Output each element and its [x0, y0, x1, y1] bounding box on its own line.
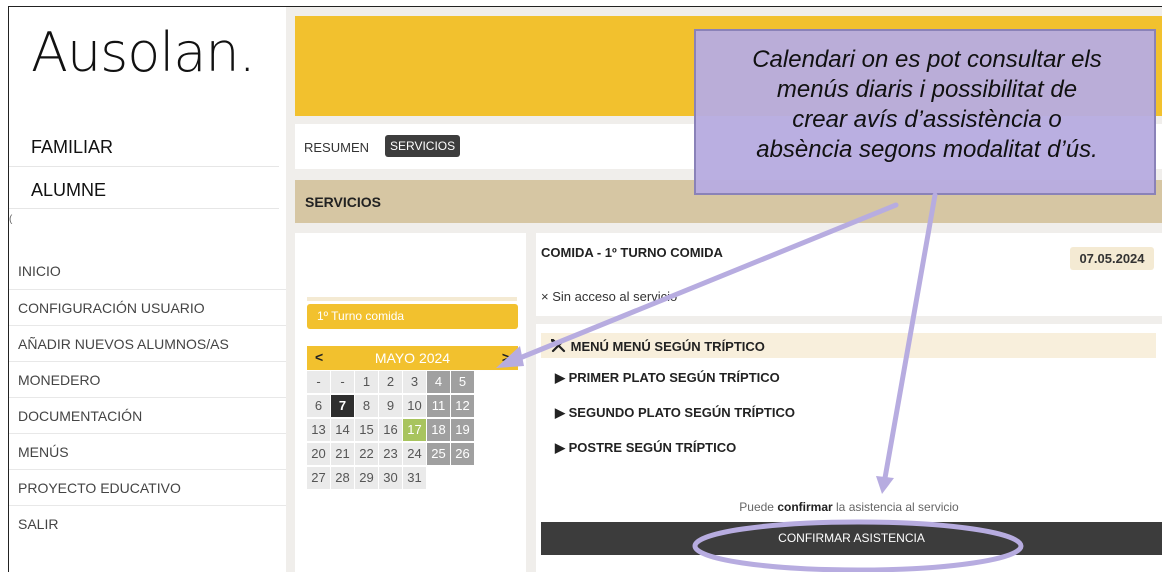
confirm-hint-prefix: Puede — [739, 500, 774, 514]
dish-label: PRIMER PLATO SEGÚN TRÍPTICO — [568, 370, 780, 385]
calendar-day[interactable]: 16 — [379, 419, 402, 441]
calendar-day[interactable]: 17 — [403, 419, 426, 441]
sidebar-item-monedero[interactable]: MONEDERO — [9, 361, 287, 397]
turno-selector[interactable]: 1º Turno comida — [307, 304, 518, 329]
calendar-next-button[interactable]: > — [502, 349, 510, 365]
confirm-hint-suffix: la asistencia al servicio — [836, 500, 959, 514]
calendar-day[interactable]: 3 — [403, 371, 426, 393]
calendar-day[interactable]: 4 — [427, 371, 450, 393]
calendar-day[interactable]: 20 — [307, 443, 330, 465]
calendar-day[interactable]: 18 — [427, 419, 450, 441]
role-alumne[interactable]: ALUMNE — [9, 177, 279, 209]
calendar-day[interactable]: 6 — [307, 395, 330, 417]
service-status-text: Sin acceso al servicio — [552, 289, 678, 304]
calendar-day[interactable]: 8 — [355, 395, 378, 417]
calendar-week-row: --12345 — [307, 370, 518, 394]
confirm-hint: Puede confirmar la asistencia al servici… — [536, 500, 1162, 514]
calendar-day[interactable]: 25 — [427, 443, 450, 465]
calendar-empty-day — [451, 467, 474, 489]
calendar-day[interactable]: 30 — [379, 467, 402, 489]
calendar-day[interactable]: 27 — [307, 467, 330, 489]
dish-segundo-plato[interactable]: ▶ SEGUNDO PLATO SEGÚN TRÍPTICO — [555, 405, 795, 421]
calendar-day[interactable]: 14 — [331, 419, 354, 441]
triangle-right-icon: ▶ — [555, 405, 565, 420]
calendar-day[interactable]: 5 — [451, 371, 474, 393]
utensils-icon — [550, 338, 566, 353]
dish-primer-plato[interactable]: ▶ PRIMER PLATO SEGÚN TRÍPTICO — [555, 370, 780, 386]
calendar-week-row: 20 21 22 23 24 25 26 — [307, 442, 518, 466]
calendar-prev-button[interactable]: < — [315, 349, 323, 365]
calendar-week-row: 13 14 15 16 17 18 19 — [307, 418, 518, 442]
calendar-week-row: 27 28 29 30 31 — [307, 466, 518, 490]
sidebar-item-configuracion-usuario[interactable]: CONFIGURACIÓN USUARIO — [9, 289, 287, 325]
calendar-day[interactable]: 12 — [451, 395, 474, 417]
calendar-day[interactable]: 28 — [331, 467, 354, 489]
sidebar-item-proyecto-educativo[interactable]: PROYECTO EDUCATIVO — [9, 469, 287, 505]
tab-resumen[interactable]: RESUMEN — [304, 140, 369, 155]
calendar-day[interactable]: 1 — [355, 371, 378, 393]
service-card: COMIDA - 1º TURNO COMIDA 07.05.2024 × Si… — [536, 233, 1162, 316]
annotation-text: Calendari on es pot consultar els menús … — [706, 45, 1148, 165]
dish-postre[interactable]: ▶ POSTRE SEGÚN TRÍPTICO — [555, 440, 736, 456]
calendar-day[interactable]: 21 — [331, 443, 354, 465]
calendar-day[interactable]: 31 — [403, 467, 426, 489]
dish-label: POSTRE SEGÚN TRÍPTICO — [568, 440, 737, 455]
annotation-line-2: menús diaris i possibilitat de — [776, 76, 1078, 103]
calendar-day[interactable]: 10 — [403, 395, 426, 417]
calendar-day[interactable]: 24 — [403, 443, 426, 465]
calendar-week-row: 6 7 8 9 10 11 12 — [307, 394, 518, 418]
menu-title-bar[interactable]: MENÚ MENÚ SEGÚN TRÍPTICO — [541, 333, 1156, 358]
calendar-day[interactable]: 19 — [451, 419, 474, 441]
calendar-day[interactable]: 13 — [307, 419, 330, 441]
menu-card: MENÚ MENÚ SEGÚN TRÍPTICO ▶ PRIMER PLATO … — [536, 324, 1162, 572]
calendar-grid: - -1 2 3 4 5 6 7 8 9 10 11 12 13 14 15 16 17 18 19 20 21 22 23 2… — [307, 370, 518, 490]
calendar-day[interactable]: 29 — [355, 467, 378, 489]
calendar-empty-day: - — [331, 371, 354, 393]
triangle-right-icon: ▶ — [555, 440, 565, 455]
annotation-line-1: Calendari on es pot consultar els — [752, 46, 1102, 73]
role-extra: ( — [9, 214, 13, 225]
role-familiar[interactable]: FAMILIAR — [9, 127, 279, 167]
calendar-day[interactable]: 11 — [427, 395, 450, 417]
calendar-empty-day: - — [307, 371, 330, 393]
calendar-month: MAYO 2024 — [374, 350, 451, 366]
confirm-attendance-button[interactable]: CONFIRMAR ASISTENCIA — [541, 522, 1162, 555]
tab-servicios[interactable]: SERVICIOS — [385, 135, 461, 157]
service-date-badge: 07.05.2024 — [1070, 247, 1154, 270]
sidebar-item-documentacion[interactable]: DOCUMENTACIÓN — [9, 397, 287, 433]
ausolan-logo[interactable]: Ausolan. — [31, 21, 256, 84]
sidebar: Ausolan. FAMILIAR ALUMNE ( INICIO CONFIG… — [9, 7, 287, 572]
calendar-day[interactable]: 23 — [379, 443, 402, 465]
calendar-empty-day — [427, 467, 450, 489]
service-status: × Sin acceso al servicio — [541, 289, 677, 304]
triangle-right-icon: ▶ — [555, 370, 565, 385]
calendar-day[interactable]: 22 — [355, 443, 378, 465]
menu-title-text: MENÚ MENÚ SEGÚN TRÍPTICO — [570, 339, 765, 354]
confirm-hint-bold: confirmar — [777, 500, 833, 514]
service-title: COMIDA - 1º TURNO COMIDA — [541, 245, 723, 260]
calendar-day[interactable]: 15 — [355, 419, 378, 441]
annotation-line-4: absència segons modalitat d’ús. — [756, 136, 1098, 163]
menu-title: MENÚ MENÚ SEGÚN TRÍPTICO — [550, 338, 765, 354]
calendar-day[interactable]: 2 — [379, 371, 402, 393]
sidebar-item-menus[interactable]: MENÚS — [9, 433, 287, 469]
annotation-callout: Calendari on es pot consultar els menús … — [694, 29, 1156, 195]
annotation-line-3: crear avís d’assistència o — [792, 106, 1062, 133]
sidebar-item-salir[interactable]: SALIR — [9, 505, 287, 541]
divider — [307, 297, 517, 301]
sidebar-nav: INICIO CONFIGURACIÓN USUARIO AÑADIR NUEV… — [9, 253, 287, 541]
calendar-day[interactable]: 26 — [451, 443, 474, 465]
dish-label: SEGUNDO PLATO SEGÚN TRÍPTICO — [568, 405, 795, 420]
service-content: COMIDA - 1º TURNO COMIDA 07.05.2024 × Si… — [536, 233, 1162, 572]
section-title: SERVICIOS — [305, 194, 381, 210]
sidebar-item-anadir-alumnos[interactable]: AÑADIR NUEVOS ALUMNOS/AS — [9, 325, 287, 361]
calendar-day[interactable]: 7 — [331, 395, 354, 417]
calendar-panel: 1º Turno comida MAYO 2024 < > --12345678… — [295, 233, 526, 572]
calendar-header: MAYO 2024 < > — [307, 346, 518, 370]
sidebar-item-inicio[interactable]: INICIO — [9, 253, 287, 289]
calendar-day[interactable]: 9 — [379, 395, 402, 417]
close-icon: × — [541, 289, 549, 304]
